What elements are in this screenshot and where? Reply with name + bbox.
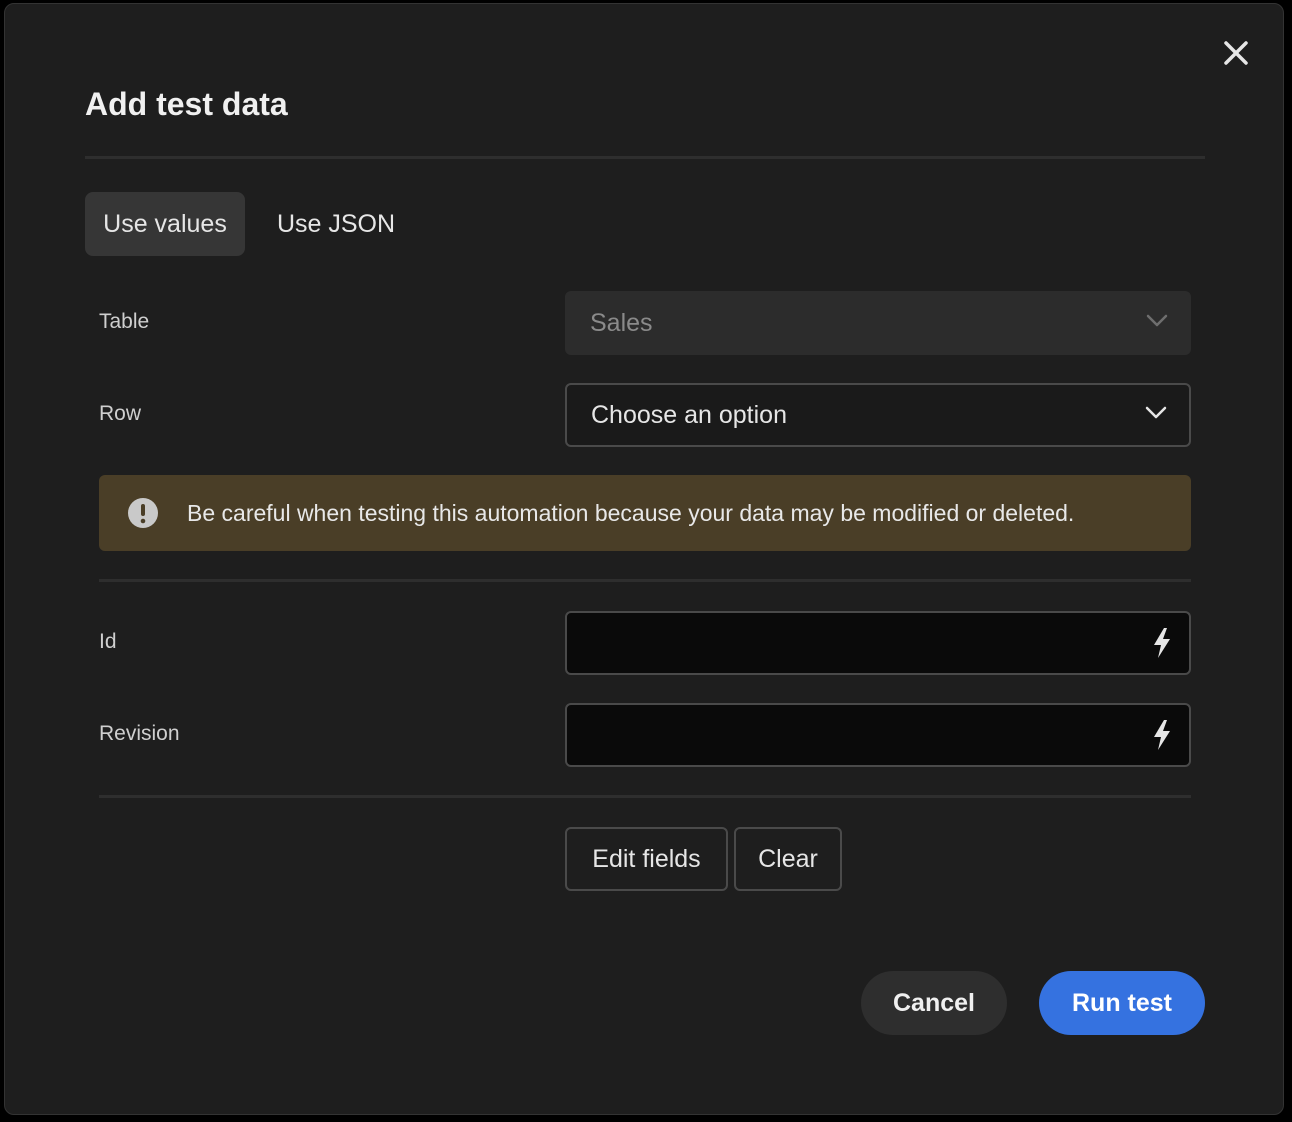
warning-text: Be careful when testing this automation …: [187, 500, 1075, 526]
section-divider: [99, 795, 1191, 798]
clear-button[interactable]: Clear: [734, 827, 842, 891]
row-select-placeholder: Choose an option: [591, 401, 787, 429]
lightning-bolt-icon[interactable]: [1151, 719, 1173, 751]
close-button[interactable]: [1219, 36, 1253, 70]
warning-banner: Be careful when testing this automation …: [99, 475, 1191, 551]
id-input[interactable]: [567, 613, 1127, 673]
chevron-down-icon: [1145, 406, 1167, 419]
id-label: Id: [99, 630, 117, 653]
lightning-bolt-icon[interactable]: [1151, 627, 1173, 659]
row-label: Row: [99, 402, 142, 425]
tab-use-values[interactable]: Use values: [85, 192, 245, 256]
id-field: [565, 611, 1191, 675]
section-divider: [99, 579, 1191, 582]
revision-input[interactable]: [567, 705, 1127, 765]
table-select: Sales: [565, 291, 1191, 355]
title-divider: [85, 156, 1205, 159]
add-test-data-dialog: Add test data Use values Use JSON Table …: [4, 3, 1284, 1115]
table-select-value: Sales: [590, 309, 653, 337]
edit-fields-button[interactable]: Edit fields: [565, 827, 728, 891]
tab-use-json[interactable]: Use JSON: [259, 192, 413, 256]
chevron-down-icon: [1146, 314, 1168, 327]
table-label: Table: [99, 310, 150, 333]
row-select[interactable]: Choose an option: [565, 383, 1191, 447]
exclamation-circle-icon: [128, 498, 158, 528]
close-icon: [1224, 41, 1248, 65]
revision-label: Revision: [99, 722, 180, 745]
dialog-title: Add test data: [85, 86, 288, 122]
revision-field: [565, 703, 1191, 767]
run-test-button[interactable]: Run test: [1039, 971, 1205, 1035]
cancel-button[interactable]: Cancel: [861, 971, 1007, 1035]
